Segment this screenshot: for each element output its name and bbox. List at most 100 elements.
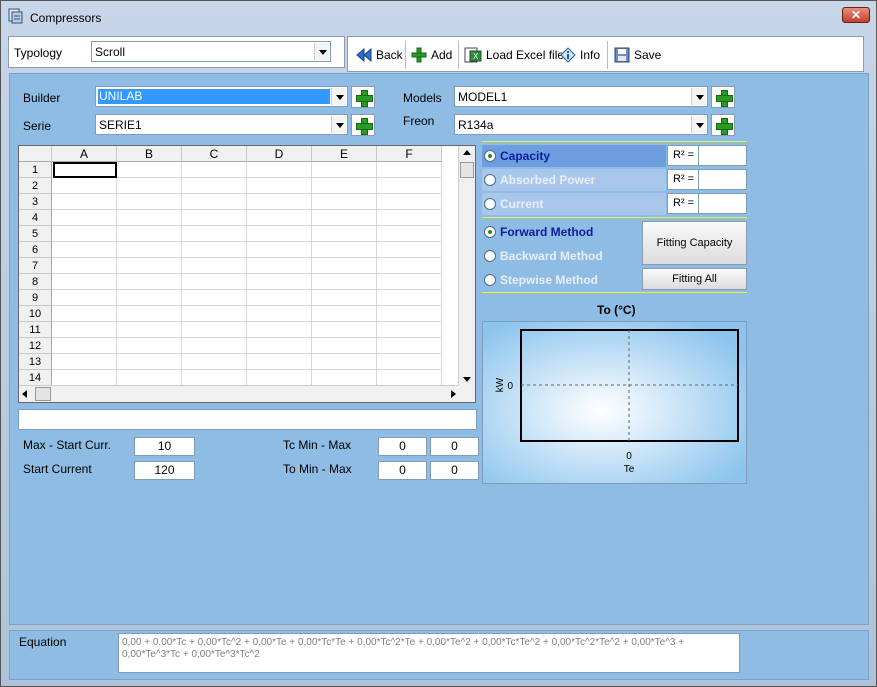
column-header[interactable]: B: [117, 146, 182, 162]
to-max-input[interactable]: 0: [430, 461, 479, 480]
spreadsheet-grid[interactable]: ABCDEF 1 2 3 4 5 6 7 8 9 10 11 12 13 14: [18, 145, 476, 403]
scroll-left-icon[interactable]: [22, 390, 27, 398]
chevron-down-icon[interactable]: [331, 116, 346, 133]
window-title: Compressors: [30, 11, 102, 25]
grid-row-line: [52, 193, 442, 194]
toolbar: Back Add X Load Excel file Info Save: [347, 36, 864, 72]
scroll-thumb[interactable]: [35, 387, 51, 401]
column-header[interactable]: E: [312, 146, 377, 162]
row-header[interactable]: 8: [19, 274, 52, 290]
scroll-down-icon[interactable]: [463, 377, 471, 382]
chart-canvas: 0 0 Te kW: [483, 322, 746, 483]
radio-button[interactable]: [484, 250, 496, 262]
models-select[interactable]: MODEL1: [454, 86, 708, 107]
back-button[interactable]: Back: [356, 46, 403, 64]
row-header[interactable]: 6: [19, 242, 52, 258]
column-header[interactable]: D: [247, 146, 312, 162]
grid-row-line: [52, 305, 442, 306]
row-header[interactable]: 9: [19, 290, 52, 306]
serie-select[interactable]: SERIE1: [95, 114, 348, 135]
add-model-button[interactable]: [711, 86, 735, 108]
back-label: Back: [376, 48, 403, 62]
typology-select[interactable]: Scroll: [91, 41, 331, 62]
freon-value: R134a: [458, 118, 494, 132]
grid-row-line: [52, 241, 442, 242]
chevron-down-icon[interactable]: [314, 43, 329, 60]
row-header[interactable]: 1: [19, 162, 52, 178]
scroll-right-icon[interactable]: [451, 390, 456, 398]
r2-label: R² =: [668, 170, 699, 189]
horizontal-scrollbar[interactable]: [19, 385, 459, 402]
option-absorbed-power[interactable]: Absorbed Power: [482, 169, 666, 191]
info-button[interactable]: Info: [560, 46, 600, 64]
chart-area: 0 0 Te kW: [482, 321, 747, 484]
scroll-up-icon[interactable]: [463, 150, 471, 155]
column-header[interactable]: A: [52, 146, 117, 162]
chevron-down-icon[interactable]: [691, 116, 706, 133]
row-header[interactable]: 4: [19, 210, 52, 226]
builder-label: Builder: [23, 91, 61, 105]
row-header[interactable]: 11: [19, 322, 52, 338]
max-start-curr-input[interactable]: 10: [134, 437, 195, 456]
row-header[interactable]: 3: [19, 194, 52, 210]
option-label: Current: [500, 197, 544, 211]
method-backward[interactable]: Backward Method: [482, 245, 640, 267]
fitting-capacity-button[interactable]: Fitting Capacity: [642, 221, 747, 265]
scroll-thumb[interactable]: [460, 162, 474, 178]
fitting-all-button[interactable]: Fitting All: [642, 268, 747, 290]
option-current[interactable]: Current: [482, 193, 666, 215]
start-current-input[interactable]: 120: [134, 461, 195, 480]
load-excel-label: Load Excel file: [486, 48, 565, 62]
method-label: Backward Method: [500, 249, 603, 263]
vertical-scrollbar[interactable]: [458, 146, 475, 386]
tc-max-input[interactable]: 0: [430, 437, 479, 456]
x-axis-label: Te: [624, 464, 635, 475]
start-current-label: Start Current: [23, 462, 92, 476]
add-serie-button[interactable]: [351, 114, 375, 136]
chevron-down-icon[interactable]: [331, 88, 346, 105]
add-button[interactable]: Add: [411, 46, 452, 64]
r2-current: R² =: [667, 193, 747, 214]
builder-select[interactable]: UNILAB: [95, 86, 348, 107]
divider: [482, 292, 747, 294]
option-capacity[interactable]: Capacity: [482, 145, 666, 167]
freon-select[interactable]: R134a: [454, 114, 708, 135]
radio-button[interactable]: [484, 226, 496, 238]
info-label: Info: [580, 48, 601, 62]
tc-min-input[interactable]: 0: [378, 437, 427, 456]
row-header[interactable]: 13: [19, 354, 52, 370]
row-header[interactable]: 2: [19, 178, 52, 194]
method-stepwise[interactable]: Stepwise Method: [482, 269, 640, 291]
typology-panel: Typology Scroll: [8, 36, 345, 68]
row-header[interactable]: 7: [19, 258, 52, 274]
radio-button[interactable]: [484, 274, 496, 286]
method-label: Forward Method: [500, 225, 594, 239]
method-forward[interactable]: Forward Method: [482, 221, 640, 243]
column-header[interactable]: C: [182, 146, 247, 162]
row-header[interactable]: 10: [19, 306, 52, 322]
method-label: Stepwise Method: [500, 273, 599, 287]
to-min-input[interactable]: 0: [378, 461, 427, 480]
row-header[interactable]: 12: [19, 338, 52, 354]
column-header[interactable]: F: [377, 146, 442, 162]
equation-field[interactable]: 0,00 + 0,00*Tc + 0,00*Tc^2 + 0,00*Te + 0…: [118, 633, 740, 673]
radio-button[interactable]: [484, 198, 496, 210]
row-header[interactable]: 5: [19, 226, 52, 242]
save-button[interactable]: Save: [614, 46, 661, 64]
load-excel-button[interactable]: X Load Excel file: [464, 46, 564, 64]
save-label: Save: [634, 48, 662, 62]
add-builder-button[interactable]: [351, 86, 375, 108]
chevron-down-icon[interactable]: [691, 88, 706, 105]
close-button[interactable]: ✕: [842, 7, 870, 23]
selected-cell[interactable]: [53, 162, 117, 178]
toolbar-divider: [405, 41, 406, 69]
r2-label: R² =: [668, 194, 699, 213]
add-freon-button[interactable]: [711, 114, 735, 136]
y-tick-label: 0: [507, 381, 513, 392]
row-header[interactable]: 14: [19, 370, 52, 386]
grid-row-line: [52, 337, 442, 338]
radio-button[interactable]: [484, 174, 496, 186]
status-field[interactable]: [18, 409, 477, 430]
radio-button[interactable]: [484, 150, 496, 162]
grid-row-line: [52, 257, 442, 258]
